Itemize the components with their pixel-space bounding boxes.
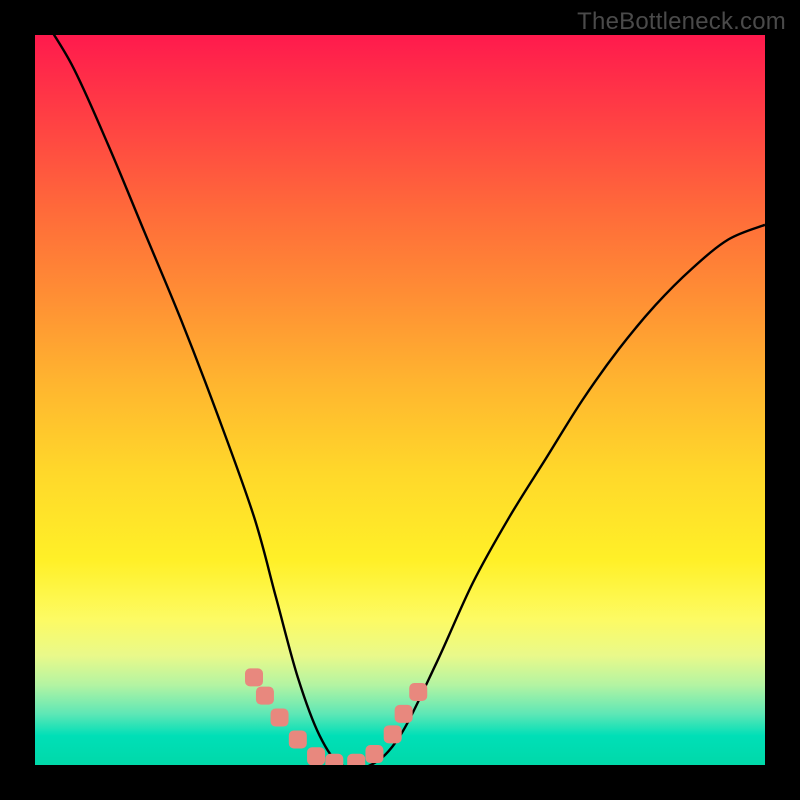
bottleneck-curve (35, 35, 765, 765)
curve-marker (245, 668, 263, 686)
curve-marker (384, 725, 402, 743)
curve-path (35, 35, 765, 765)
curve-marker (307, 747, 325, 765)
curve-path-group (35, 35, 765, 765)
chart-frame: TheBottleneck.com (0, 0, 800, 800)
marker-group (245, 668, 427, 765)
watermark-text: TheBottleneck.com (577, 8, 786, 36)
curve-marker (271, 709, 289, 727)
curve-marker (289, 730, 307, 748)
curve-marker (409, 683, 427, 701)
plot-area (35, 35, 765, 765)
curve-marker (256, 687, 274, 705)
curve-marker (365, 745, 383, 763)
curve-marker (347, 754, 365, 765)
curve-marker (325, 754, 343, 765)
curve-marker (395, 705, 413, 723)
